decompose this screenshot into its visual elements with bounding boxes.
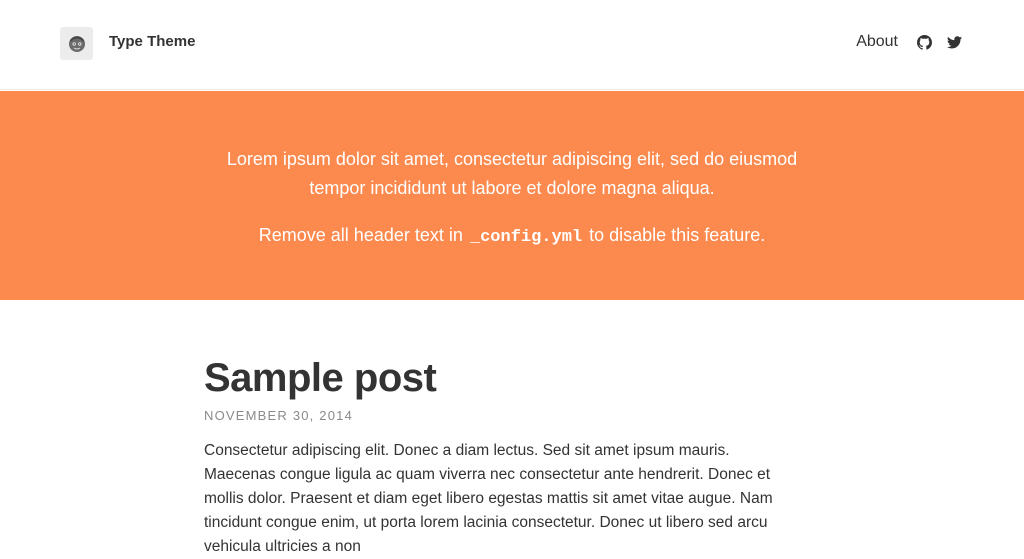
site-header: Type Theme About <box>0 0 1024 90</box>
post-preview: Sample post NOVEMBER 30, 2014 Consectetu… <box>204 352 820 559</box>
banner-config-note: Remove all header text in _config.yml to… <box>0 221 1024 252</box>
post-excerpt: Consectetur adipiscing elit. Donec a dia… <box>204 442 773 555</box>
header-banner: Lorem ipsum dolor sit amet, consectetur … <box>0 91 1024 300</box>
github-icon <box>916 34 932 50</box>
post-title[interactable]: Sample post <box>204 352 820 404</box>
github-link[interactable] <box>916 34 932 50</box>
banner-text: Lorem ipsum dolor sit amet, consectetur … <box>226 149 798 198</box>
config-filename: _config.yml <box>469 228 583 247</box>
post-date: NOVEMBER 30, 2014 <box>204 408 354 423</box>
avatar-face-icon <box>68 35 85 52</box>
nav-about-link[interactable]: About <box>856 30 898 54</box>
banner-config-prefix: Remove all header text in <box>258 225 463 245</box>
banner-config-suffix: to disable this feature. <box>589 225 766 245</box>
site-title[interactable]: Type Theme <box>109 32 195 52</box>
twitter-icon <box>946 35 962 48</box>
main-nav: About <box>856 30 962 54</box>
avatar[interactable] <box>60 27 93 60</box>
twitter-link[interactable] <box>946 34 962 50</box>
